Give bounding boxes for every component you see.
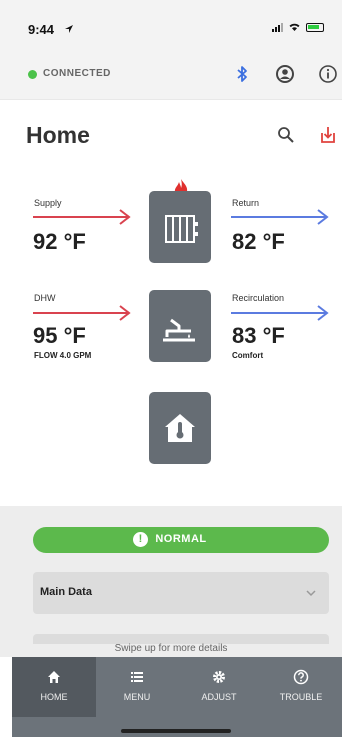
bluetooth-icon[interactable] <box>232 64 252 84</box>
dhw-label: DHW <box>34 293 56 303</box>
nav-adjust[interactable]: ADJUST <box>178 657 260 717</box>
connection-status-text: CONNECTED <box>43 68 111 79</box>
swipe-hint: Swipe up for more details <box>114 643 228 654</box>
supply-label: Supply <box>34 198 62 208</box>
system-indicators <box>272 22 324 32</box>
page-title: Home <box>26 122 90 148</box>
chevron-down-icon <box>306 590 316 597</box>
recirculation-mode: Comfort <box>232 351 264 360</box>
supply-arrow <box>33 209 131 225</box>
faucet-icon <box>163 318 195 342</box>
list-icon <box>131 672 143 682</box>
nav-trouble-label: TROUBLE <box>279 692 323 702</box>
main-data-label: Main Data <box>40 586 92 598</box>
nav-home-label: HOME <box>40 692 68 702</box>
search-icon[interactable] <box>276 125 296 145</box>
bottom-nav: HOME MENU ADJUST TROUBLE <box>12 657 342 737</box>
home-thermometer-icon <box>165 414 195 442</box>
radiator-icon <box>165 215 198 243</box>
location-arrow-icon <box>65 25 73 33</box>
system-status-text: NORMAL <box>155 533 207 545</box>
dhw-arrow <box>33 305 131 321</box>
nav-adjust-label: ADJUST <box>201 692 237 702</box>
account-icon[interactable] <box>275 64 295 84</box>
connection-status-dot <box>28 70 37 79</box>
nav-trouble[interactable]: TROUBLE <box>260 657 342 717</box>
return-label: Return <box>232 198 260 208</box>
connection-bar: CONNECTED <box>0 50 342 100</box>
recirculation-value: 83 °F <box>232 323 285 348</box>
nav-menu[interactable]: MENU <box>96 657 178 717</box>
nav-home[interactable]: HOME <box>12 657 96 717</box>
boiler-tile[interactable] <box>149 191 211 263</box>
dhw-flow: FLOW 4.0 GPM <box>34 351 92 360</box>
gear-icon <box>213 671 225 683</box>
battery-icon <box>306 22 324 32</box>
export-icon[interactable] <box>318 125 338 145</box>
main-data-accordion[interactable]: Main Data <box>33 572 329 614</box>
cellular-signal-icon <box>272 22 283 32</box>
return-arrow <box>231 209 329 225</box>
wifi-icon <box>289 23 300 31</box>
home-indicator <box>121 729 231 733</box>
info-icon[interactable] <box>318 64 338 84</box>
system-status-pill[interactable]: ! NORMAL <box>33 527 329 553</box>
dhw-tile[interactable] <box>149 290 211 362</box>
recirculation-arrow <box>231 305 329 321</box>
recirculation-label: Recirculation <box>232 293 285 303</box>
help-icon <box>293 669 309 685</box>
home-icon <box>48 671 60 683</box>
return-value: 82 °F <box>232 229 285 254</box>
home-temperature-tile[interactable] <box>149 392 211 464</box>
dhw-value: 95 °F <box>33 323 86 348</box>
nav-menu-label: MENU <box>123 692 151 702</box>
status-time: 9:44 <box>28 22 55 37</box>
status-bar: 9:44 <box>0 0 342 50</box>
supply-value: 92 °F <box>33 229 86 254</box>
